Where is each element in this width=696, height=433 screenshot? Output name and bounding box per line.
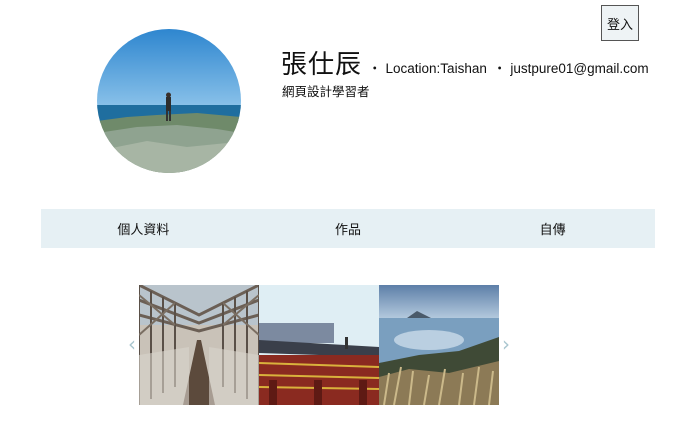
chevron-left-icon[interactable]: ‹ [125,332,139,356]
carousel-slide-coast[interactable] [379,285,499,405]
carousel-slide-bridge[interactable] [139,285,259,405]
profile-header: 張仕辰 ・ Location:Taishan ・ justpure01@gmail.c… [281,44,649,81]
chevron-right-icon[interactable]: › [499,332,513,356]
temple-photo [259,285,379,405]
nav-item-autobiography[interactable]: 自傳 [450,209,655,248]
bridge-photo [139,285,259,405]
separator: ・ [492,61,507,76]
nav-item-profile[interactable]: 個人資料 [41,209,246,248]
nav-item-works[interactable]: 作品 [246,209,451,248]
avatar [97,29,241,173]
photo-carousel [139,285,499,405]
carousel-slide-temple[interactable] [259,285,379,405]
separator: ・ [368,61,382,76]
profile-subtitle: 網頁設計學習者 [282,84,370,99]
main-nav: 個人資料 作品 自傳 [41,209,655,248]
location-text: Location:Taishan [385,61,487,76]
coast-photo [379,285,499,405]
login-button[interactable]: 登入 [601,5,639,41]
email-text: justpure01@gmail.com [510,61,649,76]
profile-name: 張仕辰 [281,50,363,80]
avatar-photo [97,29,241,173]
